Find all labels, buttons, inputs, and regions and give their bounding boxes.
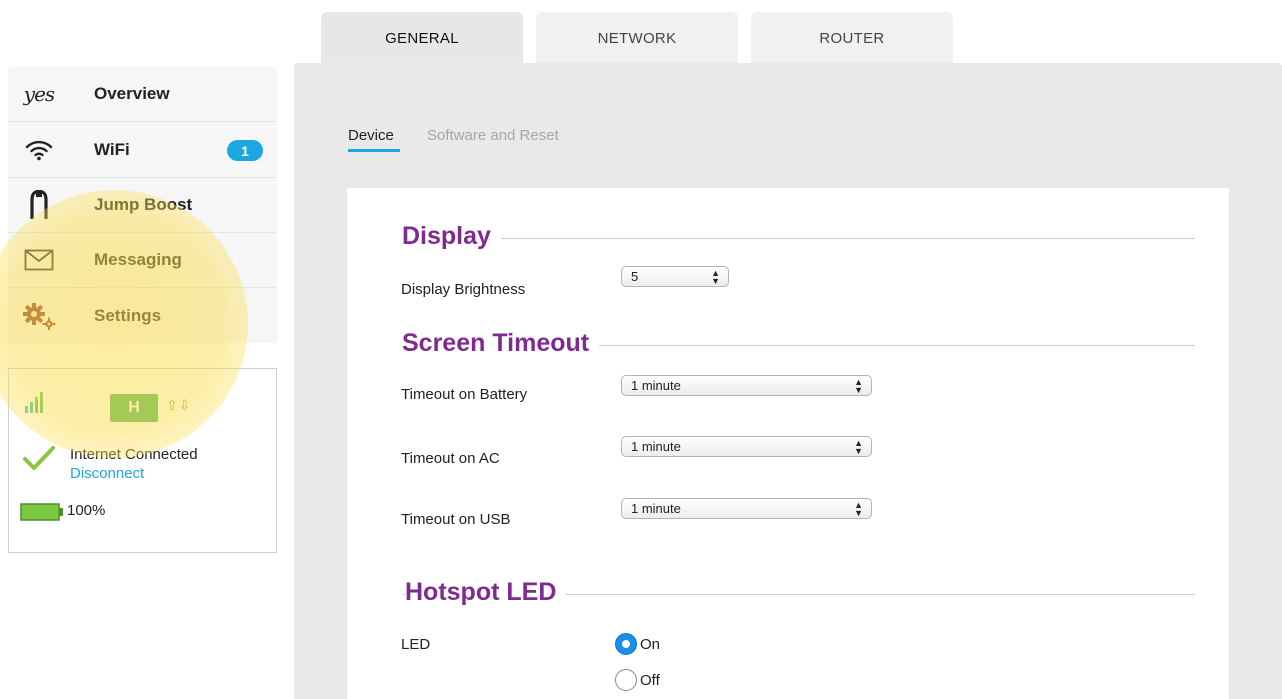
led-label: LED	[401, 636, 431, 653]
jump-boost-icon	[22, 190, 56, 220]
led-on-radio[interactable]	[615, 633, 637, 655]
data-activity-icon: ⇧⇩	[166, 397, 192, 413]
display-brightness-select[interactable]: 5 ▲ ▼	[621, 266, 729, 287]
tab-network[interactable]: NETWORK	[536, 12, 738, 64]
timeout-battery-select[interactable]: 1 minute ▲ ▼	[621, 375, 872, 396]
select-arrows-icon: ▲ ▼	[854, 500, 863, 518]
sidebar-item-settings[interactable]: Settings	[8, 288, 277, 343]
display-brightness-label: Display Brightness	[401, 281, 526, 298]
sidebar-item-jump-boost[interactable]: Jump Boost	[8, 178, 277, 233]
led-off-option[interactable]: Off	[615, 669, 660, 691]
display-section-title: Display	[402, 222, 501, 251]
sidebar-item-label: Overview	[94, 84, 170, 103]
led-on-label: On	[640, 635, 661, 653]
timeout-ac-select[interactable]: 1 minute ▲ ▼	[621, 436, 872, 457]
hotspot-led-section-title: Hotspot LED	[405, 578, 567, 607]
section-divider	[402, 238, 1195, 239]
sidebar-item-messaging[interactable]: Messaging	[8, 233, 277, 288]
yes-logo-icon: yes	[22, 79, 56, 109]
settings-card: Display Display Brightness 5 ▲ ▼ Screen T…	[347, 188, 1229, 699]
sidebar-nav: yes Overview WiFi 1 Jump Boost Messaging…	[8, 67, 277, 343]
select-arrows-icon: ▲ ▼	[854, 377, 863, 395]
screen-timeout-section-title: Screen Timeout	[402, 329, 600, 358]
disconnect-link[interactable]: Disconnect	[70, 464, 198, 483]
sidebar-item-label: WiFi	[94, 140, 130, 159]
timeout-ac-value: 1 minute	[631, 439, 681, 454]
connection-status-panel: H ⇧⇩ Internet Connected Disconnect 100%	[8, 368, 277, 553]
connection-status-text: Internet Connected	[70, 446, 198, 463]
battery-level-text: 100%	[67, 502, 106, 519]
sidebar-item-label: Messaging	[94, 250, 182, 269]
led-off-label: Off	[640, 671, 660, 689]
led-off-radio[interactable]	[615, 669, 637, 691]
display-brightness-value: 5	[631, 269, 639, 284]
wifi-icon	[22, 135, 56, 165]
sidebar-item-overview[interactable]: yes Overview	[8, 67, 277, 122]
timeout-usb-value: 1 minute	[631, 501, 681, 516]
signal-strength-icon	[24, 389, 46, 420]
yes-logo-text: yes	[23, 82, 55, 106]
led-on-option[interactable]: On	[615, 633, 660, 655]
timeout-usb-label: Timeout on USB	[401, 511, 511, 528]
battery-icon	[20, 503, 64, 526]
active-subtab-underline	[348, 149, 400, 152]
timeout-battery-value: 1 minute	[631, 378, 681, 393]
timeout-usb-select[interactable]: 1 minute ▲ ▼	[621, 498, 872, 519]
gears-icon	[22, 301, 56, 331]
network-type-badge: H	[110, 394, 158, 422]
wifi-count-badge: 1	[227, 140, 263, 161]
timeout-ac-label: Timeout on AC	[401, 450, 500, 467]
sidebar-item-wifi[interactable]: WiFi 1	[8, 123, 277, 178]
select-arrows-icon: ▲ ▼	[711, 268, 720, 286]
sidebar-item-label: Settings	[94, 305, 162, 325]
subtab-software-and-reset[interactable]: Software and Reset	[427, 127, 559, 144]
timeout-battery-label: Timeout on Battery	[401, 386, 528, 403]
subtab-device[interactable]: Device	[348, 127, 394, 144]
main-panel: Device Software and Reset Display Displa…	[294, 63, 1282, 699]
checkmark-icon	[23, 445, 55, 476]
tab-router[interactable]: ROUTER	[751, 12, 953, 64]
envelope-icon	[22, 245, 56, 275]
select-arrows-icon: ▲ ▼	[854, 438, 863, 456]
tab-general[interactable]: GENERAL	[321, 12, 523, 64]
sidebar-item-label: Jump Boost	[94, 195, 193, 214]
